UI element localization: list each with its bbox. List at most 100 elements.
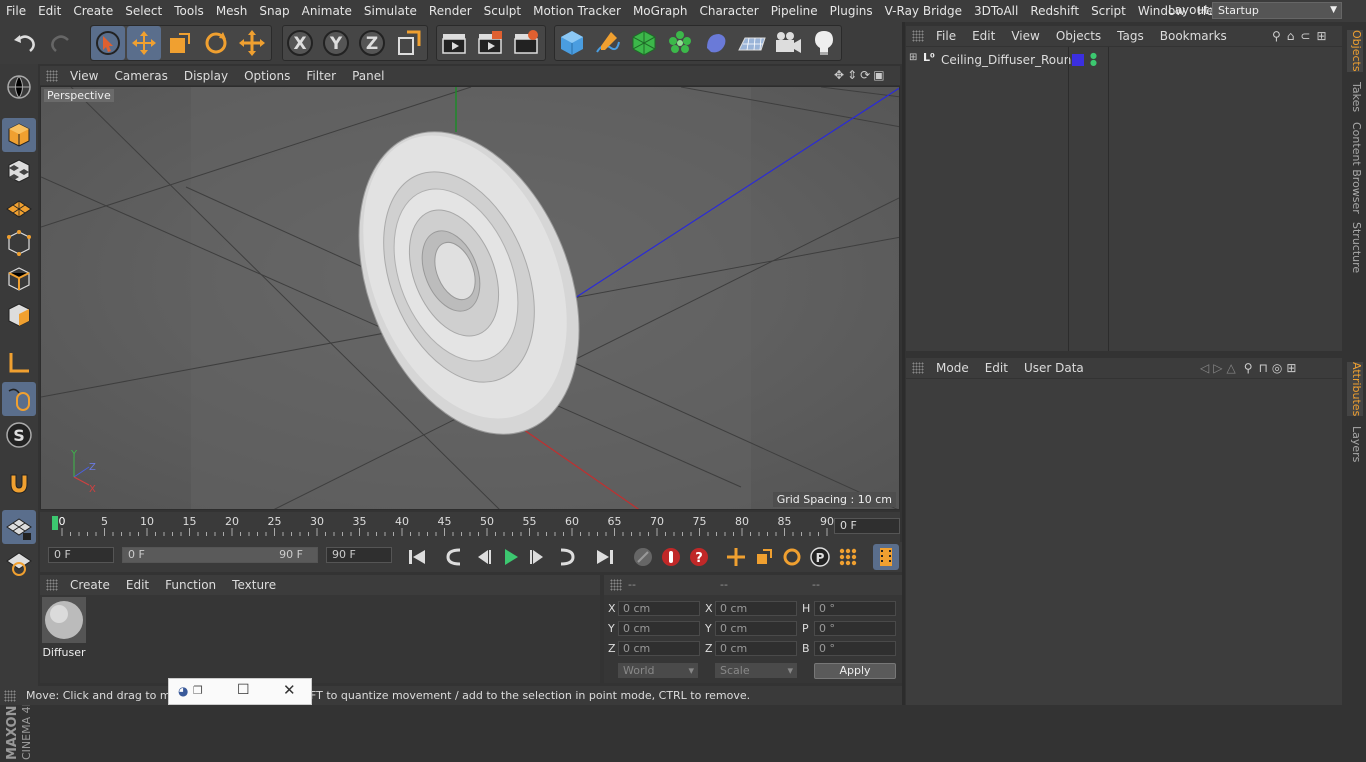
rotation-b-field[interactable]: 0 ° bbox=[814, 641, 896, 656]
menu-create[interactable]: Create bbox=[67, 4, 119, 18]
perspective-viewport[interactable]: Y Z X Perspective Grid Spacing : 10 cm bbox=[40, 86, 900, 510]
object-menu-tags[interactable]: Tags bbox=[1109, 29, 1152, 43]
restore-icon[interactable]: ❐ bbox=[193, 684, 203, 697]
model-mode-button[interactable] bbox=[2, 118, 36, 152]
record-disabled-button[interactable] bbox=[630, 544, 656, 570]
timeline-window-button[interactable] bbox=[873, 544, 899, 570]
position-x-field[interactable]: 0 cm bbox=[618, 601, 700, 616]
object-menu-bookmarks[interactable]: Bookmarks bbox=[1152, 29, 1235, 43]
panel-divider[interactable] bbox=[902, 22, 905, 705]
material-menu-edit[interactable]: Edit bbox=[118, 578, 157, 592]
material-item-diffuser[interactable]: Diffuser bbox=[42, 597, 86, 659]
maximize-icon[interactable]: ▣ bbox=[873, 68, 884, 82]
apply-button[interactable]: Apply bbox=[814, 663, 896, 679]
tab-attributes[interactable]: Attributes bbox=[1347, 362, 1363, 417]
axis-mode-button[interactable] bbox=[2, 346, 36, 380]
previous-keyframe-button[interactable] bbox=[442, 544, 468, 570]
material-menu-function[interactable]: Function bbox=[157, 578, 224, 592]
forward-arrow-icon[interactable]: ▷ bbox=[1213, 361, 1222, 375]
viewport-menu-view[interactable]: View bbox=[62, 69, 106, 83]
workplane-lock-button[interactable] bbox=[2, 510, 36, 544]
rotation-h-field[interactable]: 0 ° bbox=[814, 601, 896, 616]
link-icon[interactable]: ⊂ bbox=[1300, 29, 1310, 43]
object-menu-file[interactable]: File bbox=[928, 29, 964, 43]
scale-button[interactable] bbox=[163, 26, 197, 60]
size-mode-select[interactable]: Scale ▾ bbox=[715, 663, 797, 678]
live-selection-button[interactable] bbox=[91, 26, 125, 60]
menu-animate[interactable]: Animate bbox=[296, 4, 358, 18]
new-window-icon[interactable]: ⊞ bbox=[1316, 29, 1326, 43]
deformer-button[interactable] bbox=[699, 26, 733, 60]
render-view-button[interactable] bbox=[437, 26, 471, 60]
close-button[interactable]: ✕ bbox=[283, 681, 296, 699]
object-menu-objects[interactable]: Objects bbox=[1048, 29, 1109, 43]
end-frame-field[interactable]: 90 F bbox=[326, 547, 392, 563]
go-to-end-button[interactable] bbox=[592, 544, 618, 570]
menu-simulate[interactable]: Simulate bbox=[358, 4, 423, 18]
cloner-button[interactable] bbox=[663, 26, 697, 60]
play-button[interactable] bbox=[497, 544, 523, 570]
make-editable-button[interactable] bbox=[2, 70, 36, 104]
coordinate-system-button[interactable] bbox=[391, 26, 425, 60]
spline-pen-button[interactable] bbox=[591, 26, 625, 60]
attribute-menu-mode[interactable]: Mode bbox=[928, 361, 977, 375]
visibility-dots-icon[interactable]: ● ● bbox=[1090, 52, 1097, 67]
record-button[interactable] bbox=[658, 544, 684, 570]
y-axis-button[interactable]: Y bbox=[319, 26, 353, 60]
target-icon[interactable]: ◎ bbox=[1272, 361, 1282, 375]
layer-color-swatch[interactable] bbox=[1072, 54, 1084, 66]
key-pla-button[interactable] bbox=[835, 544, 861, 570]
object-menu-edit[interactable]: Edit bbox=[964, 29, 1003, 43]
dolly-icon[interactable]: ⇕ bbox=[847, 68, 857, 82]
timeline-ruler[interactable]: 0 5 10 15 20 25 30 35 40 45 50 55 60 65 70 75 80 85 90 bbox=[40, 512, 900, 542]
menu-render[interactable]: Render bbox=[423, 4, 478, 18]
subdivision-surface-button[interactable] bbox=[627, 26, 661, 60]
menu-redshift[interactable]: Redshift bbox=[1024, 4, 1085, 18]
floor-button[interactable] bbox=[735, 26, 769, 60]
points-mode-button[interactable] bbox=[2, 226, 36, 260]
layout-select[interactable]: Startup ▼ bbox=[1212, 2, 1342, 19]
cube-primitive-button[interactable] bbox=[555, 26, 589, 60]
next-frame-button[interactable] bbox=[525, 544, 551, 570]
snap-button[interactable] bbox=[2, 466, 36, 500]
solo-button[interactable]: S bbox=[2, 418, 36, 452]
attribute-menu-edit[interactable]: Edit bbox=[977, 361, 1016, 375]
menu-file[interactable]: File bbox=[0, 4, 32, 18]
camera-button[interactable] bbox=[771, 26, 805, 60]
move-button[interactable] bbox=[127, 26, 161, 60]
position-z-field[interactable]: 0 cm bbox=[618, 641, 700, 656]
lock-icon[interactable]: ⊓ bbox=[1259, 361, 1268, 375]
previous-frame-button[interactable] bbox=[470, 544, 496, 570]
tab-objects[interactable]: Objects bbox=[1347, 30, 1363, 72]
size-y-field[interactable]: 0 cm bbox=[715, 621, 797, 636]
tweak-mode-button[interactable] bbox=[2, 382, 36, 416]
coordinate-mode-select[interactable]: World ▾ bbox=[618, 663, 698, 678]
material-menu-create[interactable]: Create bbox=[62, 578, 118, 592]
up-arrow-icon[interactable]: △ bbox=[1226, 361, 1235, 375]
menu-v-ray-bridge[interactable]: V-Ray Bridge bbox=[879, 4, 968, 18]
tab-layers[interactable]: Layers bbox=[1347, 426, 1363, 462]
menu-mograph[interactable]: MoGraph bbox=[627, 4, 694, 18]
maximize-button[interactable]: ☐ bbox=[237, 682, 250, 698]
expand-icon[interactable]: ⊞ bbox=[909, 52, 917, 63]
tab-content-browser[interactable]: Content Browser bbox=[1347, 122, 1363, 214]
search-icon[interactable]: ⚲ bbox=[1244, 361, 1253, 375]
material-menu-texture[interactable]: Texture bbox=[224, 578, 284, 592]
viewport-menu-filter[interactable]: Filter bbox=[298, 69, 344, 83]
orbit-icon[interactable]: ⟳ bbox=[860, 68, 870, 82]
viewport-menu-options[interactable]: Options bbox=[236, 69, 298, 83]
viewport-menu-display[interactable]: Display bbox=[176, 69, 236, 83]
object-row[interactable]: ⊞ L⁰ Ceiling_Diffuser_Round ● ● bbox=[906, 51, 1342, 69]
start-frame-field[interactable]: 0 F bbox=[48, 547, 114, 563]
next-keyframe-button[interactable] bbox=[553, 544, 579, 570]
rotate-button[interactable] bbox=[199, 26, 233, 60]
object-menu-view[interactable]: View bbox=[1003, 29, 1047, 43]
rotation-p-field[interactable]: 0 ° bbox=[814, 621, 896, 636]
texture-mode-button[interactable] bbox=[2, 154, 36, 188]
polygons-mode-button[interactable] bbox=[2, 298, 36, 332]
workplane-mode-button[interactable] bbox=[2, 190, 36, 224]
tab-structure[interactable]: Structure bbox=[1347, 222, 1363, 273]
render-picture-viewer-button[interactable] bbox=[473, 26, 507, 60]
undo-button[interactable] bbox=[8, 26, 42, 60]
viewport-menu-panel[interactable]: Panel bbox=[344, 69, 392, 83]
